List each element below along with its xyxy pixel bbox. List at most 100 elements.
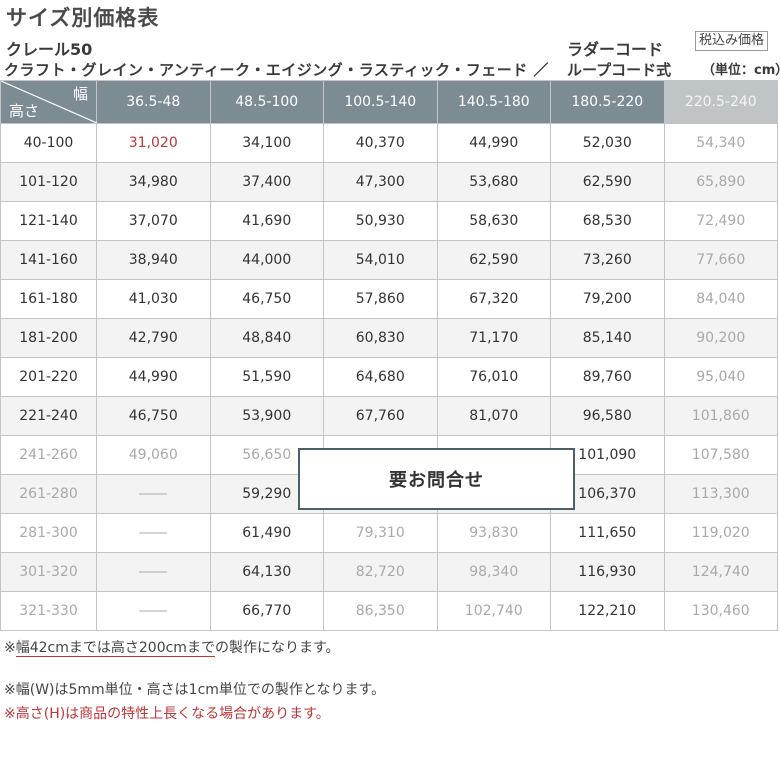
price-cell: 79,310 xyxy=(323,513,438,553)
price-cell: 34,100 xyxy=(209,123,324,163)
price-cell: 48,840 xyxy=(209,318,324,358)
table-row: 121-140 37,070 41,690 50,930 58,630 68,530 72,… xyxy=(0,201,778,241)
price-cell: 89,760 xyxy=(550,357,665,397)
price-cell: 44,990 xyxy=(436,123,551,163)
price-cell: 46,750 xyxy=(209,279,324,319)
table-header-row: 幅 高さ 36.5-48 48.5-100 100.5-140 140.5-18… xyxy=(0,80,778,124)
table-row: 161-180 41,030 46,750 57,860 67,320 79,200 84,… xyxy=(0,279,778,319)
price-cell: 124,740 xyxy=(663,552,778,592)
price-cell: 37,400 xyxy=(209,162,324,202)
price-cell: 44,990 xyxy=(96,357,211,397)
inquiry-required-box: 要お問合せ xyxy=(298,448,575,510)
height-row-header: 321-330 xyxy=(0,591,97,631)
price-cell: 34,980 xyxy=(96,162,211,202)
height-row-header: 301-320 xyxy=(0,552,97,592)
note-size-unit: ※幅(W)は5mm単位・高さは1cm単位での製作となります。 xyxy=(4,682,386,698)
price-cell: 73,260 xyxy=(550,240,665,280)
price-cell: 64,130 xyxy=(209,552,324,592)
table-row: 321-330 ―― 66,770 86,350 102,740 122,210 130,4… xyxy=(0,591,778,631)
table-row: 221-240 46,750 53,900 67,760 81,070 96,580 101… xyxy=(0,396,778,436)
tax-included-badge: 税込み価格 xyxy=(695,31,769,51)
note-rest-text: の製作になります。 xyxy=(214,640,340,656)
price-cell: 53,680 xyxy=(436,162,551,202)
product-variants: クラフト・グレイン・アンティーク・エイジング・ラスティック・フェード ／ xyxy=(4,61,549,79)
price-cell: 47,300 xyxy=(323,162,438,202)
price-cell: 82,720 xyxy=(323,552,438,592)
price-cell: 102,740 xyxy=(436,591,551,631)
price-cell: 101,860 xyxy=(663,396,778,436)
price-cell: 58,630 xyxy=(436,201,551,241)
price-table: 幅 高さ 36.5-48 48.5-100 100.5-140 140.5-18… xyxy=(0,80,778,631)
note-underlined-text: 幅42cmまでは高さ200cmまで xyxy=(15,640,215,657)
price-cell: 76,010 xyxy=(436,357,551,397)
cord-type-loop: ループコード式 xyxy=(567,61,672,79)
price-cell: 93,830 xyxy=(436,513,551,553)
height-axis-label: 高さ xyxy=(9,102,40,120)
width-axis-label: 幅 xyxy=(72,85,88,103)
table-row: 181-200 42,790 48,840 60,830 71,170 85,140 90,… xyxy=(0,318,778,358)
height-row-header: 40-100 xyxy=(0,123,97,163)
price-cell: 119,020 xyxy=(663,513,778,553)
width-column-header: 140.5-180 xyxy=(436,80,551,124)
price-cell: 72,490 xyxy=(663,201,778,241)
price-cell: 95,040 xyxy=(663,357,778,397)
price-cell: 62,590 xyxy=(550,162,665,202)
price-cell: 116,930 xyxy=(550,552,665,592)
price-cell: ―― xyxy=(96,552,211,592)
width-column-header: 180.5-220 xyxy=(550,80,665,124)
note-width-limit: ※幅42cmまでは高さ200cmまでの製作になります。 xyxy=(4,637,340,657)
price-cell: 37,070 xyxy=(96,201,211,241)
price-cell: 44,000 xyxy=(209,240,324,280)
price-cell: 96,580 xyxy=(550,396,665,436)
table-row: 101-120 34,980 37,400 47,300 53,680 62,590 65,… xyxy=(0,162,778,202)
width-column-header: 36.5-48 xyxy=(96,80,211,124)
width-column-header: 48.5-100 xyxy=(209,80,324,124)
price-cell: 67,320 xyxy=(436,279,551,319)
height-row-header: 121-140 xyxy=(0,201,97,241)
height-row-header: 241-260 xyxy=(0,435,97,475)
price-cell: 41,030 xyxy=(96,279,211,319)
price-cell: 54,340 xyxy=(663,123,778,163)
price-cell: ―― xyxy=(96,591,211,631)
price-cell: 46,750 xyxy=(96,396,211,436)
price-cell: 84,040 xyxy=(663,279,778,319)
price-cell: 40,370 xyxy=(323,123,438,163)
price-cell: 67,760 xyxy=(323,396,438,436)
price-table-body: 40-100 31,020 34,100 40,370 44,990 52,030 54,3… xyxy=(0,123,778,631)
price-cell: 38,940 xyxy=(96,240,211,280)
height-row-header: 141-160 xyxy=(0,240,97,280)
unit-label: （単位：cm） xyxy=(702,63,780,78)
price-cell: 111,650 xyxy=(550,513,665,553)
price-cell: ―― xyxy=(96,474,211,514)
price-cell: 64,680 xyxy=(323,357,438,397)
price-cell: 52,030 xyxy=(550,123,665,163)
price-cell: 122,210 xyxy=(550,591,665,631)
note-height-warning: ※高さ(H)は商品の特性上長くなる場合があります。 xyxy=(4,706,330,722)
height-row-header: 281-300 xyxy=(0,513,97,553)
height-row-header: 201-220 xyxy=(0,357,97,397)
price-cell: 53,900 xyxy=(209,396,324,436)
height-row-header: 261-280 xyxy=(0,474,97,514)
table-corner-cell: 幅 高さ xyxy=(0,80,97,124)
price-cell: 50,930 xyxy=(323,201,438,241)
table-row: 141-160 38,940 44,000 54,010 62,590 73,260 77,… xyxy=(0,240,778,280)
price-cell: 90,200 xyxy=(663,318,778,358)
price-cell: 86,350 xyxy=(323,591,438,631)
price-cell: 77,660 xyxy=(663,240,778,280)
price-cell: 31,020 xyxy=(96,123,211,163)
product-name: クレール50 xyxy=(6,40,93,59)
price-cell: 41,690 xyxy=(209,201,324,241)
price-cell: 61,490 xyxy=(209,513,324,553)
price-cell: 85,140 xyxy=(550,318,665,358)
price-cell: 57,860 xyxy=(323,279,438,319)
width-column-header: 220.5-240 xyxy=(663,80,778,124)
page-title: サイズ別価格表 xyxy=(6,6,160,30)
price-cell: 62,590 xyxy=(436,240,551,280)
height-row-header: 181-200 xyxy=(0,318,97,358)
height-row-header: 101-120 xyxy=(0,162,97,202)
table-row: 301-320 ―― 64,130 82,720 98,340 116,930 124,74… xyxy=(0,552,778,592)
price-cell: 68,530 xyxy=(550,201,665,241)
price-cell: 65,890 xyxy=(663,162,778,202)
price-cell: 79,200 xyxy=(550,279,665,319)
price-cell: 51,590 xyxy=(209,357,324,397)
